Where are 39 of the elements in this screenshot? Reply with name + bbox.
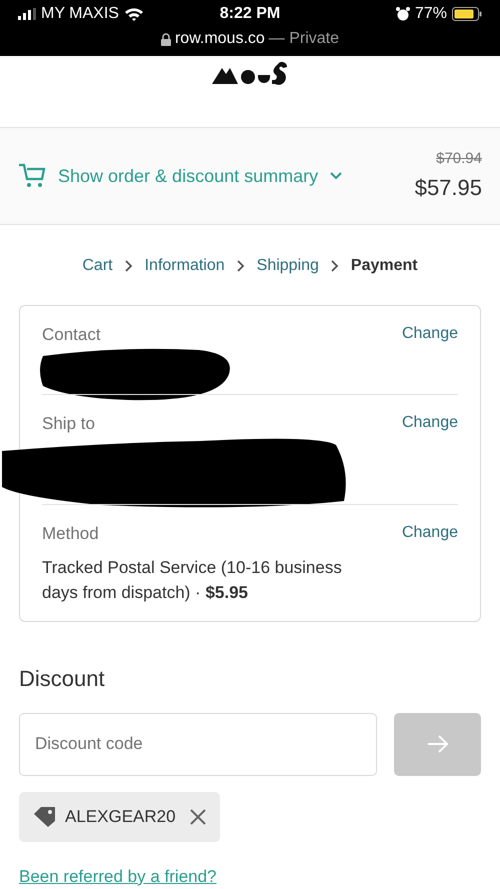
chevron-right-icon — [236, 260, 245, 272]
clock-time: 8:22 PM — [220, 4, 280, 24]
battery-percent: 77% — [414, 4, 447, 24]
order-summary-toggle[interactable]: Show order & discount summary — [58, 162, 318, 190]
alarm-icon — [396, 7, 410, 21]
remove-button[interactable] — [190, 808, 206, 824]
breadcrumb-link[interactable]: Cart — [82, 254, 113, 278]
order-summary-bar[interactable]: Show order & discount summary $70.94 $57.95 — [0, 127, 500, 225]
total-price: $57.95 — [414, 174, 482, 202]
tag-icon — [33, 806, 57, 828]
original-price: $70.94 — [436, 149, 482, 170]
url-text: row.mous.co — [174, 29, 265, 49]
breadcrumb-link[interactable]: Information — [144, 254, 225, 278]
arrow-right-icon — [426, 735, 448, 753]
close-icon — [190, 808, 206, 824]
change-link[interactable]: Change — [402, 521, 458, 546]
review-label: Contact — [42, 324, 101, 346]
review-label: Ship to — [42, 413, 95, 435]
review-label: Method — [42, 523, 99, 545]
lock-icon — [160, 32, 171, 46]
signal-icon — [18, 8, 36, 20]
discount-code-field[interactable]: Discount code — [19, 712, 377, 776]
referral-link[interactable]: Been referred by a friend? — [19, 866, 217, 886]
breadcrumb-link[interactable]: Shipping — [256, 254, 319, 278]
carrier-name: MY MAXIS — [41, 4, 119, 24]
wifi-icon — [124, 7, 144, 21]
discount-heading: Discount — [19, 664, 106, 692]
logo-icon — [212, 60, 288, 86]
discount-code: ALEXGEAR20 — [65, 806, 176, 828]
shipping-method: Tracked Postal Service (10-16 business days from dispatch) · $5.95 — [42, 556, 343, 604]
breadcrumb-link[interactable]: Payment — [350, 254, 418, 278]
chevron-right-icon — [330, 260, 339, 272]
chevron-down-icon — [330, 172, 342, 180]
chevron-right-icon — [124, 260, 133, 272]
cart-icon — [18, 163, 46, 189]
battery-icon — [452, 7, 482, 21]
browsing-mode: — Private — [268, 29, 340, 49]
change-link[interactable]: Change — [402, 411, 458, 436]
change-link[interactable]: Change — [402, 322, 458, 348]
